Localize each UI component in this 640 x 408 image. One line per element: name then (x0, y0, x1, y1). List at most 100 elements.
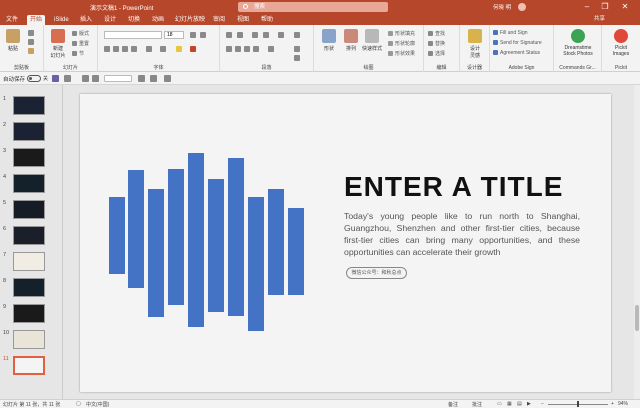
layout-button[interactable]: 版式 (72, 30, 89, 37)
tab-transitions[interactable]: 切换 (125, 15, 143, 25)
customize-icon[interactable] (164, 75, 171, 82)
pickit-button[interactable]: Pickit Images (608, 29, 634, 57)
minimize-button[interactable]: – (580, 1, 594, 13)
align-right-icon[interactable] (244, 46, 250, 52)
line-spacing-icon[interactable] (278, 32, 284, 38)
thumbnail-slide-9[interactable] (13, 304, 45, 323)
send-for-signature-button[interactable]: Send for Signature (493, 40, 542, 46)
increase-font-icon[interactable] (190, 32, 196, 38)
thumbnail-slide-4[interactable] (13, 174, 45, 193)
scroll-thumb[interactable] (635, 305, 639, 331)
columns-icon[interactable] (268, 46, 274, 52)
thumbnail-slide-6[interactable] (13, 226, 45, 245)
fill-and-sign-button[interactable]: Fill and Sign (493, 30, 528, 36)
font-name-input[interactable] (104, 31, 162, 39)
align-text-icon[interactable] (294, 46, 300, 52)
vertical-scrollbar[interactable] (634, 85, 640, 399)
arrange-button[interactable]: 排列 (340, 29, 362, 52)
section-button[interactable]: 节 (72, 50, 84, 57)
share-button[interactable]: 共享 (594, 15, 605, 24)
accessibility-icon[interactable]: ▢ (76, 401, 81, 407)
new-slide-button[interactable]: 新建 幻灯片 (46, 29, 70, 59)
search-box[interactable]: 搜索 (238, 2, 388, 12)
strikethrough-icon[interactable] (131, 46, 137, 52)
format-painter-icon-qat[interactable] (150, 75, 157, 82)
zoom-in-button[interactable]: + (611, 401, 614, 407)
quick-styles-button[interactable]: 快速样式 (360, 29, 384, 52)
format-painter-icon[interactable] (28, 48, 34, 54)
present-icon[interactable] (92, 75, 99, 82)
cut-icon[interactable] (28, 30, 34, 36)
copy-icon[interactable] (28, 39, 34, 45)
align-center-icon[interactable] (235, 46, 241, 52)
thumbnail-slide-11[interactable] (13, 356, 45, 375)
thumbnail-slide-5[interactable] (13, 200, 45, 219)
select-button[interactable]: 选择 (428, 50, 445, 57)
tab-animations[interactable]: 动画 (149, 15, 167, 25)
increase-indent-icon[interactable] (263, 32, 269, 38)
char-spacing-icon[interactable] (146, 46, 152, 52)
tab-review[interactable]: 审阅 (210, 15, 228, 25)
agreement-status-button[interactable]: Agreement Status (493, 50, 540, 56)
slide-body-text[interactable]: Today's young people like to run north t… (344, 210, 580, 258)
replace-button[interactable]: 替换 (428, 40, 445, 47)
user-name[interactable]: 何晓 明 (493, 3, 511, 11)
reading-view-icon[interactable]: ▤ (517, 401, 522, 407)
thumbnail-slide-10[interactable] (13, 330, 45, 349)
highlight-icon[interactable] (176, 46, 182, 52)
shapes-icon-qat[interactable] (138, 75, 145, 82)
shape-effects-button[interactable]: 形状效果 (388, 50, 415, 57)
dreamstime-button[interactable]: Dreamstime Stock Photos (558, 29, 598, 57)
decrease-font-icon[interactable] (200, 32, 206, 38)
autosave-toggle[interactable] (27, 75, 41, 82)
decrease-indent-icon[interactable] (252, 32, 258, 38)
shape-fill-button[interactable]: 形状填充 (388, 30, 415, 37)
save-icon[interactable] (52, 75, 59, 82)
change-case-icon[interactable] (160, 46, 166, 52)
reset-button[interactable]: 重置 (72, 40, 89, 47)
justify-icon[interactable] (253, 46, 259, 52)
zoom-slider-knob[interactable] (577, 401, 579, 407)
slideshow-view-icon[interactable]: ▶ (527, 401, 531, 407)
tab-view[interactable]: 视图 (234, 15, 252, 25)
slide[interactable]: ENTER A TITLE Today's young people like … (80, 94, 611, 392)
slide-title[interactable]: ENTER A TITLE (344, 171, 563, 203)
smartart-icon[interactable] (294, 55, 300, 61)
undo-icon[interactable] (64, 75, 71, 82)
align-left-icon[interactable] (226, 46, 232, 52)
thumbnail-slide-2[interactable] (13, 122, 45, 141)
thumbnail-slide-1[interactable] (13, 96, 45, 115)
find-button[interactable]: 查找 (428, 30, 445, 37)
normal-view-icon[interactable]: ▭ (497, 401, 502, 407)
tab-design[interactable]: 设计 (101, 15, 119, 25)
thumbnail-slide-7[interactable] (13, 252, 45, 271)
thumbnail-slide-8[interactable] (13, 278, 45, 297)
tab-slideshow[interactable]: 幻灯片放映 (172, 15, 208, 25)
slide-tag-button[interactable]: 微信公众号：和秋总点 (346, 267, 407, 279)
zoom-level[interactable]: 94% (618, 401, 628, 407)
avatar[interactable] (518, 3, 526, 11)
design-ideas-button[interactable]: 设计 灵感 (464, 29, 486, 59)
shapes-button[interactable]: 形状 (318, 29, 340, 52)
numbering-icon[interactable] (237, 32, 243, 38)
tab-insert[interactable]: 插入 (77, 15, 95, 25)
notes-button[interactable]: 备注 (448, 401, 458, 408)
tab-file[interactable]: 文件 (3, 15, 21, 25)
tab-home[interactable]: 开始 (27, 15, 46, 25)
language[interactable]: 中文(中国) (86, 401, 109, 408)
redo-icon[interactable] (82, 75, 89, 82)
zoom-out-button[interactable]: − (541, 401, 544, 407)
font-color-icon[interactable] (190, 46, 196, 52)
text-direction-icon[interactable] (294, 32, 300, 38)
bold-icon[interactable] (104, 46, 110, 52)
bullets-icon[interactable] (226, 32, 232, 38)
shape-outline-button[interactable]: 形状轮廓 (388, 40, 415, 47)
paste-button[interactable]: 粘贴 (2, 29, 24, 52)
comments-button[interactable]: 批注 (472, 401, 482, 408)
tab-help[interactable]: 帮助 (258, 15, 276, 25)
italic-icon[interactable] (113, 46, 119, 52)
underline-icon[interactable] (122, 46, 128, 52)
qat-dropdown[interactable] (104, 75, 132, 82)
sorter-view-icon[interactable]: ▦ (507, 401, 512, 407)
thumbnail-slide-3[interactable] (13, 148, 45, 167)
